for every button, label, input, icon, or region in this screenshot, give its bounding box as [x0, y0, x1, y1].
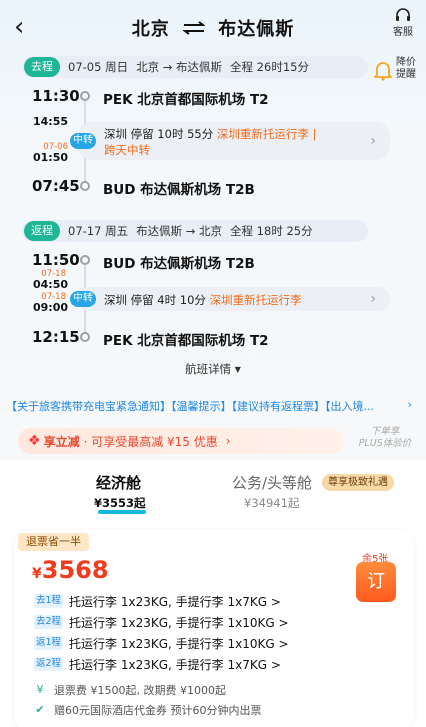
promo-name: 享立减: [43, 434, 80, 449]
service-label: 客服: [393, 27, 413, 38]
cabin-tabs: [0, 462, 426, 532]
luggage-row[interactable]: 去1程 托运行李 1x23KG, 手提行李 1x7KG >: [34, 592, 281, 610]
luggage-text: 托运行李 1x23KG, 手提行李 1x10KG >: [69, 615, 289, 630]
chevron-right-icon: ›: [370, 133, 376, 149]
plus-line1: 下单享: [370, 426, 400, 437]
plus-line2: PLUS体验价: [358, 438, 412, 449]
outbound-dep-dot: [80, 91, 90, 101]
gift-icon: ❖: [28, 433, 41, 449]
outbound-date: 07-05 周日: [68, 60, 129, 74]
outbound-transit-tag: 中转: [70, 133, 96, 149]
return-transit-tag: 中转: [70, 291, 96, 307]
book-button[interactable]: 订: [356, 562, 396, 602]
return-summary: 返程 07-17 周五 布达佩斯 → 北京 全程 18时 25分: [22, 220, 368, 242]
return-route: 布达佩斯 → 北京: [136, 224, 223, 238]
business-price: ¥34941起: [244, 496, 300, 510]
return-date: 07-17 周五: [68, 224, 129, 238]
flight-details-label: 航班详情: [185, 362, 232, 376]
luggage-tag: 返2程: [34, 657, 64, 671]
luggage-tag: 返1程: [34, 636, 64, 650]
plus-badge: 下单享 PLUS体验价: [352, 426, 418, 450]
outbound-duration: 全程 26时15分: [230, 60, 309, 74]
return-dep-dot: [80, 255, 90, 265]
outbound-tag: 去程: [24, 57, 60, 77]
refund-badge: 退票省一半: [18, 533, 89, 551]
outbound-route: 北京 → 布达佩斯: [136, 60, 223, 74]
return-dep-time: 11:50: [32, 251, 80, 269]
outbound-arr-time: 07:45: [32, 177, 80, 195]
outbound-arr-airport: BUD 布达佩斯机场 T2B: [103, 182, 255, 198]
check-icon: ✔: [35, 703, 45, 716]
headset-icon: [396, 8, 410, 21]
outbound-transit-arr-time: 14:55: [32, 115, 68, 128]
flight-details-link[interactable]: 航班详情 ▼: [0, 361, 426, 377]
outbound-transit-note: 深圳重新托运行李: [216, 127, 309, 141]
refund-fee-text: 退票费 ¥1500起, 改期费 ¥1000起: [54, 684, 226, 697]
luggage-tag: 去1程: [34, 594, 64, 608]
economy-price: ¥3553起: [94, 496, 146, 510]
yen-icon: ¥: [36, 683, 44, 696]
refund-fee-row: ¥ 退票费 ¥1500起, 改期费 ¥1000起: [34, 682, 226, 698]
fare-price: ¥3568: [32, 556, 109, 584]
promo-banner[interactable]: ❖ 享立减 · 可享受最高减 ¥15 优惠 ›: [18, 428, 344, 454]
page-title: 北京 布达佩斯: [0, 15, 426, 41]
return-transit-arr-time: 04:50: [32, 278, 68, 291]
price-value: 3568: [41, 556, 109, 584]
header: ‹ 北京 布达佩斯 客服: [0, 0, 426, 58]
chevron-right-icon: ›: [407, 398, 412, 411]
outbound-dep-time: 11:30: [32, 87, 80, 105]
price-alert-label: 降价提醒: [396, 57, 416, 80]
outbound-transit-dep-time: 01:50: [32, 151, 68, 164]
return-tag: 返程: [24, 221, 60, 241]
chevron-right-icon: ›: [225, 434, 231, 448]
outbound-transit-line1: 深圳 停留 10时 55分 深圳重新托运行李 |: [104, 126, 316, 142]
return-arr-time: 12:15: [32, 328, 80, 346]
customer-service-button[interactable]: 客服: [388, 8, 418, 38]
outbound-arr-dot: [80, 181, 90, 191]
notice-text: 【关于旅客携带充电宝紧急通知】【温馨提示】【建议持有返程票】【出入境...: [6, 400, 374, 413]
tab-economy[interactable]: 经济舱: [96, 472, 141, 493]
caret-down-icon: ▼: [234, 365, 241, 374]
return-transit-line1: 深圳 停留 4时 10分 深圳重新托运行李: [104, 292, 302, 308]
chevron-right-icon: ›: [370, 291, 376, 307]
outbound-transit-line2: 跨天中转: [104, 142, 150, 158]
luggage-row[interactable]: 返2程 托运行李 1x23KG, 手提行李 1x7KG >: [34, 655, 281, 673]
luggage-row[interactable]: 返1程 托运行李 1x23KG, 手提行李 1x10KG >: [34, 634, 289, 652]
title-origin: 北京: [131, 19, 170, 40]
voucher-row: ✔ 赠60元国际酒店代金券 预计60分钟内出票: [34, 702, 262, 718]
outbound-transit-card[interactable]: 中转 深圳 停留 10时 55分 深圳重新托运行李 | 跨天中转 ›: [70, 122, 390, 160]
outbound-summary: 去程 07-05 周日 北京 → 布达佩斯 全程 26时15分: [22, 56, 368, 78]
luggage-text: 托运行李 1x23KG, 手提行李 1x7KG >: [69, 657, 281, 672]
return-arr-airport: PEK 北京首都国际机场 T2: [103, 333, 269, 349]
title-destination: 布达佩斯: [218, 19, 295, 40]
luggage-text: 托运行李 1x23KG, 手提行李 1x10KG >: [69, 636, 289, 651]
luggage-row[interactable]: 去2程 托运行李 1x23KG, 手提行李 1x10KG >: [34, 613, 289, 631]
voucher-text: 赠60元国际酒店代金券 预计60分钟内出票: [54, 704, 262, 717]
luggage-text: 托运行李 1x23KG, 手提行李 1x7KG >: [69, 594, 281, 609]
return-transit-text: 深圳 停留 4时 10分: [104, 293, 206, 307]
return-arr-dot: [80, 332, 90, 342]
luggage-tag: 去2程: [34, 615, 64, 629]
return-transit-note: 深圳重新托运行李: [209, 293, 302, 307]
tab-business[interactable]: 公务/头等舱: [232, 472, 312, 493]
active-tab-indicator: [98, 510, 146, 514]
business-badge: 尊享极致礼遇: [322, 474, 394, 491]
outbound-transit-divider: |: [312, 127, 317, 141]
return-transit-card[interactable]: 中转 深圳 停留 4时 10分 深圳重新托运行李 ›: [70, 287, 390, 311]
return-duration: 全程 18时 25分: [230, 224, 313, 238]
currency-symbol: ¥: [32, 566, 42, 582]
return-transit-dep-time: 09:00: [32, 301, 68, 314]
outbound-transit-note2: 跨天中转: [104, 143, 150, 157]
return-dep-airport: BUD 布达佩斯机场 T2B: [103, 256, 255, 272]
bell-icon: [374, 62, 392, 81]
notice-bar[interactable]: 【关于旅客携带充电宝紧急通知】【温馨提示】【建议持有返程票】【出入境... ›: [0, 398, 426, 416]
outbound-dep-airport: PEK 北京首都国际机场 T2: [103, 92, 269, 108]
promo-text: · 可享受最高减 ¥15 优惠: [83, 434, 218, 449]
round-trip-arrows-icon: [182, 20, 206, 39]
outbound-transit-text: 深圳 停留 10时 55分: [104, 127, 214, 141]
